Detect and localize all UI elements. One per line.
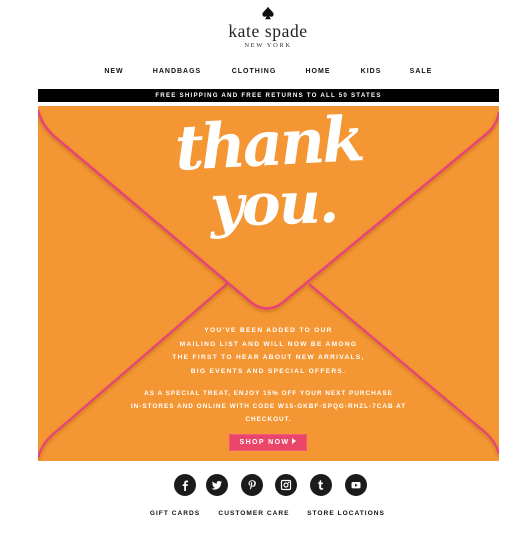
instagram-icon[interactable]: [275, 474, 297, 496]
social-links: [0, 474, 526, 496]
footer-links: GIFT CARDS CUSTOMER CARE STORE LOCATIONS: [0, 510, 526, 520]
pinterest-icon[interactable]: [241, 474, 263, 496]
nav-item-handbags[interactable]: HANDBAGS: [153, 68, 201, 75]
nav-item-clothing[interactable]: CLOTHING: [232, 68, 277, 75]
footer-link-store-locations[interactable]: STORE LOCATIONS: [307, 510, 385, 517]
nav-item-kids[interactable]: KIDS: [361, 68, 382, 75]
promo-bar[interactable]: FREE SHIPPING AND FREE RETURNS TO ALL 50…: [38, 89, 499, 102]
message-line: THE FIRST TO HEAR ABOUT NEW ARRIVALS,: [172, 354, 365, 361]
brand-logo[interactable]: kate spade NEW YORK: [0, 6, 526, 49]
nav-item-home[interactable]: HOME: [306, 68, 331, 75]
play-arrow-icon: [292, 438, 297, 444]
message-line: MAILING LIST AND WILL NOW BE AMONG: [179, 340, 358, 348]
footer-link-gift-cards[interactable]: GIFT CARDS: [150, 510, 200, 517]
footer-link-customer-care[interactable]: CUSTOMER CARE: [218, 510, 289, 517]
thank-you-headline: thank you.: [38, 106, 499, 240]
twitter-icon[interactable]: [206, 474, 228, 496]
spade-icon: [262, 6, 274, 20]
message-line: YOU'VE BEEN ADDED TO OUR: [204, 327, 333, 334]
main-nav: NEW HANDBAGS CLOTHING HOME KIDS SALE: [0, 68, 526, 80]
nav-item-sale[interactable]: SALE: [410, 68, 433, 75]
youtube-icon[interactable]: [345, 474, 367, 496]
offer-line: CHECKOUT.: [245, 416, 292, 424]
brand-subtitle: NEW YORK: [244, 42, 292, 49]
tumblr-icon[interactable]: [310, 474, 332, 496]
nav-item-new[interactable]: NEW: [104, 68, 123, 75]
thank-you-envelope[interactable]: thank you. YOU'VE BEEN ADDED TO OUR MAIL…: [38, 106, 499, 461]
shop-now-button[interactable]: SHOP NOW: [229, 434, 307, 451]
offer-line: IN-STORES AND ONLINE WITH CODE W15-GKBF-…: [130, 403, 407, 411]
subscription-message: YOU'VE BEEN ADDED TO OUR MAILING LIST AN…: [38, 324, 499, 378]
facebook-icon[interactable]: [174, 474, 196, 496]
discount-offer: AS A SPECIAL TREAT, ENJOY 15% OFF YOUR N…: [38, 387, 499, 427]
brand-name: kate spade: [228, 21, 308, 41]
shop-now-label: SHOP NOW: [239, 439, 290, 446]
offer-line: AS A SPECIAL TREAT, ENJOY 15% OFF YOUR N…: [144, 390, 393, 397]
message-line: BIG EVENTS AND SPECIAL OFFERS.: [190, 367, 347, 375]
